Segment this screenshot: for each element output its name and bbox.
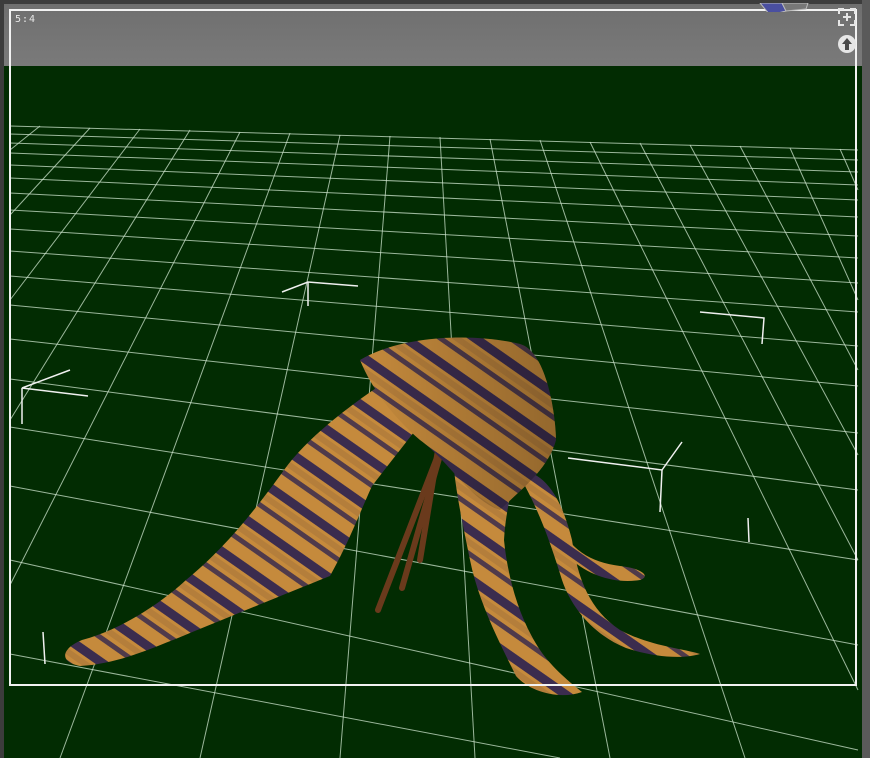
arrow-up-icon <box>838 35 856 53</box>
scene-canvas[interactable] <box>0 0 870 758</box>
maximize-viewport-button[interactable] <box>837 7 857 27</box>
view-cube[interactable] <box>756 0 816 12</box>
camera-up-button[interactable] <box>837 34 857 54</box>
maximize-icon <box>838 8 856 26</box>
aspect-ratio-label: 5:4 <box>15 14 37 25</box>
viewport-right-border <box>862 0 870 758</box>
viewport-panel[interactable]: 5:4 <box>0 0 870 758</box>
tiger-creature-model[interactable] <box>65 337 700 696</box>
